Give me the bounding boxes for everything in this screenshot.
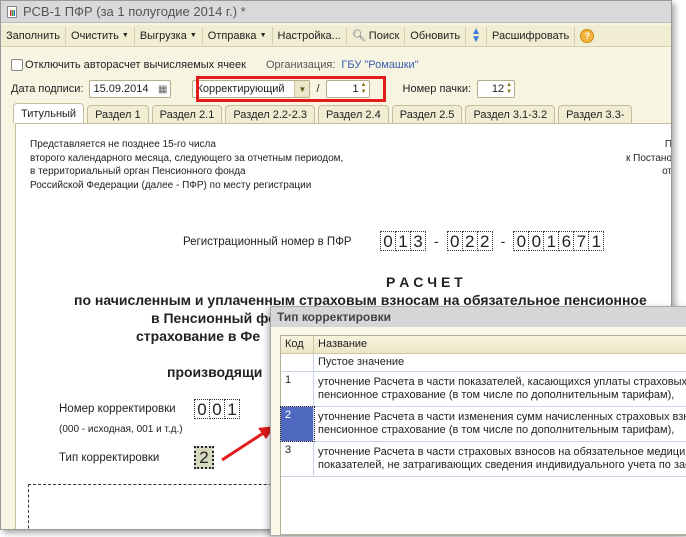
- row-name-line: показателей, не затрагивающих сведения и…: [318, 459, 686, 471]
- row-name: уточнение Расчета в части страховых взно…: [314, 442, 686, 476]
- table-body: Пустое значение 1 уточнение Расчета в част…: [280, 354, 686, 477]
- column-header-name[interactable]: Название: [314, 336, 686, 353]
- table-row[interactable]: 1 уточнение Расчета в части показателей, …: [281, 372, 686, 407]
- row-name-line: уточнение Расчета в части страховых взно…: [318, 446, 686, 458]
- row-name-line: пенсионное страхование (в том числе по д…: [318, 424, 675, 436]
- row-name-line: уточнение Расчета в части показателей, к…: [318, 376, 686, 388]
- column-header-code[interactable]: Код: [281, 336, 314, 353]
- row-code: 2: [280, 406, 315, 442]
- row-name: уточнение Расчета в части показателей, к…: [314, 372, 686, 406]
- row-name: уточнение Расчета в части изменения сумм…: [314, 407, 686, 441]
- correction-type-dialog: Тип корректировки Код Название Пустое зн…: [270, 306, 686, 536]
- row-code: 1: [281, 372, 314, 406]
- row-name-line: пенсионное страхование (в том числе по д…: [318, 389, 675, 401]
- row-code: 3: [281, 442, 314, 476]
- table-row[interactable]: Пустое значение: [281, 354, 686, 372]
- row-code: [281, 354, 314, 371]
- correction-type-table: Код Название Пустое значение 1 уточнение Р…: [280, 335, 686, 535]
- row-name-line: уточнение Расчета в части изменения сумм…: [318, 411, 686, 423]
- row-name: Пустое значение: [314, 354, 686, 371]
- table-row[interactable]: 2 уточнение Расчета в части изменения сум…: [280, 406, 686, 442]
- table-header: Код Название: [281, 336, 686, 354]
- dialog-title: Тип корректировки: [271, 307, 686, 327]
- table-row[interactable]: 3 уточнение Расчета в части страховых взн…: [281, 442, 686, 477]
- row-name-line: Пустое значение: [318, 356, 405, 368]
